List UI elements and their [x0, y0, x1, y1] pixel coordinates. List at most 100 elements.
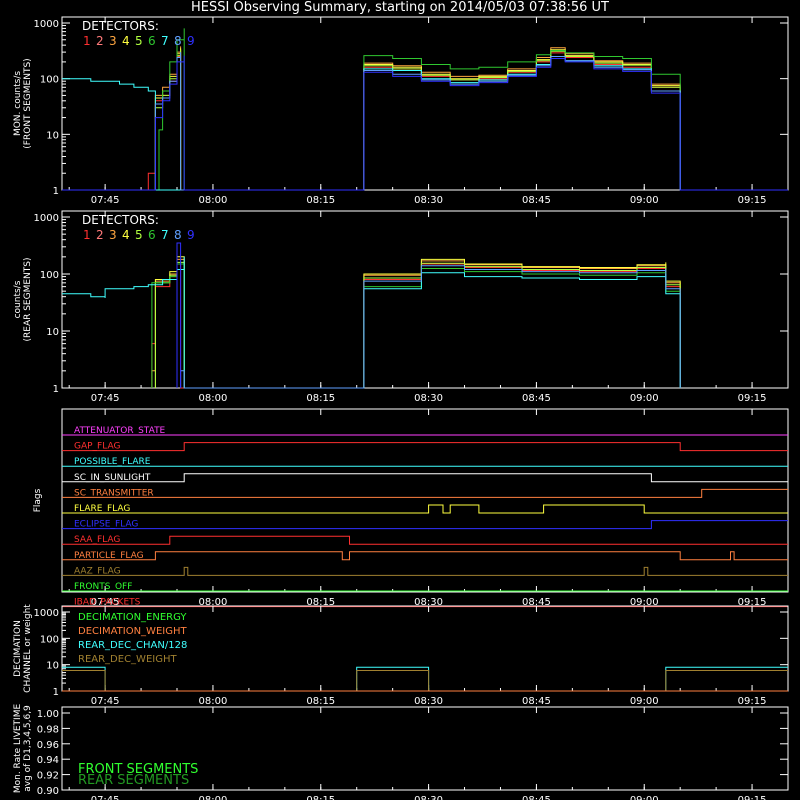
series-line-det3	[151, 258, 681, 389]
y-axis-label-line: counts/s	[13, 280, 23, 318]
legend-digit-8: 8	[174, 34, 182, 48]
y-tick-label: 1	[53, 687, 59, 698]
legend-digit-5: 5	[135, 34, 143, 48]
legend-digit-4: 4	[122, 34, 130, 48]
y-axis-label: MON. counts/s (FRONT SEGMENTS)	[13, 58, 33, 148]
y-tick-label: 10	[46, 130, 59, 141]
panel-frame	[61, 210, 789, 389]
panel-frame	[61, 16, 789, 191]
y-axis-label-line: (REAR SEGMENTS)	[23, 257, 33, 341]
y-axis-label: DECIMATION CHANNEL or weight	[13, 604, 33, 693]
flag-label: AAZ_FLAG	[74, 566, 121, 576]
legend-entry: REAR_DEC_WEIGHT	[78, 654, 177, 665]
series-line-det8	[154, 52, 681, 191]
y-tick-label: 100	[40, 75, 59, 86]
legend-digit-8: 8	[174, 228, 182, 242]
x-tick-label: 08:30	[414, 393, 443, 404]
legend-entry: REAR_DEC_CHAN/128	[78, 640, 187, 651]
flag-line-eclipse-flag	[62, 520, 788, 530]
panel-5: 07:45 08:00 08:15 08:30 08:45 09:00 09:15 0.90 0…	[13, 704, 789, 800]
series-line-det8	[180, 265, 681, 389]
y-tick-label: 1	[53, 186, 59, 197]
y-tick-label: 10	[46, 661, 59, 672]
flag-line-flare-flag	[62, 504, 788, 514]
flag-label: GAP_FLAG	[74, 442, 120, 452]
x-tick-label: 09:00	[630, 393, 659, 404]
series-line-det6	[158, 28, 681, 191]
y-tick-label: 10	[46, 327, 59, 338]
series-line-det1	[151, 263, 681, 389]
series-line-det1	[147, 50, 681, 191]
x-tick-label: 09:00	[630, 696, 659, 707]
panel-2: 07:45 08:00 08:15 08:30 08:45 09:00 09:15 1 10 10…	[13, 210, 789, 404]
y-axis-label-line: Mon. Rate LIVETIME	[13, 704, 23, 794]
x-tick-label: 08:00	[199, 696, 228, 707]
x-tick-label: 09:15	[738, 195, 767, 206]
legend-title: DETECTORS:	[82, 19, 159, 33]
x-tick-label: 09:15	[738, 393, 767, 404]
y-axis-label-line: (FRONT SEGMENTS)	[23, 58, 33, 148]
legend-digit-9: 9	[187, 228, 195, 242]
flag-line-sc-transmitter	[62, 488, 788, 498]
legend-digit-3: 3	[109, 228, 117, 242]
flag-line-gap-flag	[62, 442, 788, 452]
x-tick-label: 07:45	[91, 195, 120, 206]
x-tick-label: 08:00	[199, 393, 228, 404]
flag-line-saa-flag	[62, 535, 788, 545]
flag-line-sc-in-sunlight	[62, 473, 788, 483]
x-tick-label: 08:15	[306, 795, 335, 800]
x-tick-label: 07:45	[91, 795, 120, 800]
y-tick-label: 0.94	[37, 755, 59, 766]
flag-label: SC_TRANSMITTER	[74, 488, 154, 498]
y-axis-label-line: Flags	[33, 488, 43, 512]
flag-label: SAA_FLAG	[74, 535, 120, 545]
y-tick-label: 1000	[34, 608, 59, 619]
observing-summary-plot: 07:45 08:00 08:15 08:30 08:45 09:00 09:1511010…	[13, 16, 789, 800]
x-tick-label: 08:00	[199, 795, 228, 800]
legend-title: DETECTORS:	[82, 213, 159, 227]
legend-digit-6: 6	[148, 34, 156, 48]
y-tick-label: 1000	[34, 213, 59, 224]
x-tick-label: 07:45	[91, 696, 120, 707]
legend-digit-1: 1	[83, 34, 91, 48]
y-axis-label: counts/s (REAR SEGMENTS)	[13, 257, 33, 341]
series-line-det7	[62, 58, 681, 191]
x-tick-label: 08:45	[522, 696, 551, 707]
legend-digit-2: 2	[96, 34, 104, 48]
y-axis-label-line: DECIMATION	[13, 620, 23, 677]
panel-3: 07:45 08:00 08:15 08:30 08:45 09:00 09:15Flags…	[33, 408, 789, 608]
y-tick-label: 1	[53, 384, 59, 395]
y-tick-label: 0.98	[37, 724, 59, 735]
series-line-det9	[176, 242, 182, 388]
series-line-det7	[62, 256, 681, 389]
series-line-rear-dec-weight	[62, 670, 788, 692]
y-tick-label: 100	[40, 270, 59, 281]
legend-digit-5: 5	[135, 228, 143, 242]
x-tick-label: 08:15	[306, 195, 335, 206]
flag-line-aaz-flag	[62, 566, 788, 576]
x-tick-label: 08:45	[522, 195, 551, 206]
y-axis-label: Mon. Rate LIVETIME avg of D1,3,4,5,6,9	[13, 704, 33, 794]
legend-digit-6: 6	[148, 228, 156, 242]
series-line-det3	[154, 46, 681, 191]
legend-digit-4: 4	[122, 228, 130, 242]
legend-digit-7: 7	[161, 34, 169, 48]
flag-label: POSSIBLE_FLARE	[74, 457, 151, 467]
x-tick-label: 09:15	[738, 696, 767, 707]
y-axis-label-line: MON. counts/s	[13, 71, 23, 136]
series-line-det4	[154, 256, 681, 389]
x-tick-label: 08:00	[199, 195, 228, 206]
y-tick-label: 0.96	[37, 740, 59, 751]
y-tick-label: 1.00	[37, 709, 59, 720]
x-tick-label: 09:00	[630, 195, 659, 206]
legend-digit-9: 9	[187, 34, 195, 48]
y-axis-label-line: avg of D1,3,4,5,6,9	[23, 705, 33, 792]
x-tick-label: 08:30	[414, 795, 443, 800]
x-tick-label: 08:45	[522, 795, 551, 800]
x-tick-label: 08:15	[306, 393, 335, 404]
legend-digit-3: 3	[109, 34, 117, 48]
legend-digit-1: 1	[83, 228, 91, 242]
y-tick-label: 1000	[34, 19, 59, 30]
y-tick-label: 100	[40, 634, 59, 645]
y-axis-label: Flags	[33, 488, 43, 512]
